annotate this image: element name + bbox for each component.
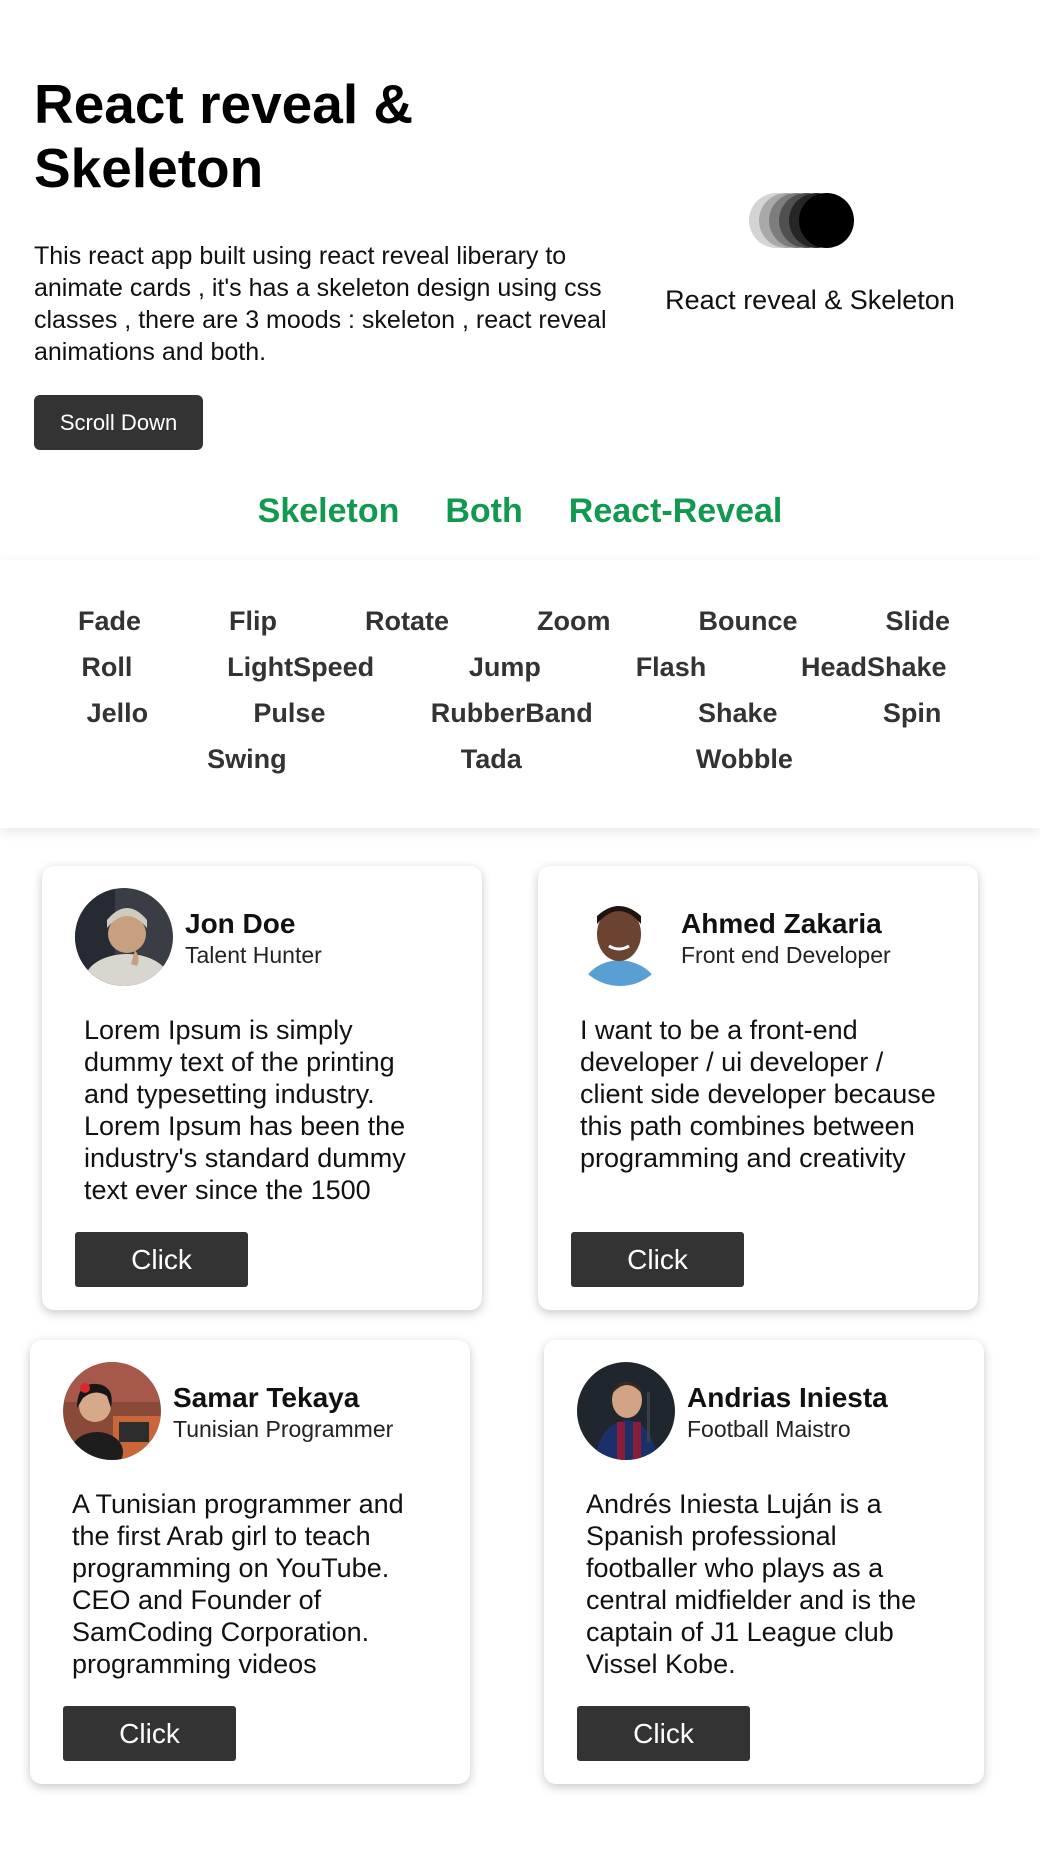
card-name: Andrias Iniesta — [687, 1382, 888, 1413]
card-role: Tunisian Programmer — [173, 1416, 394, 1442]
animation-spin[interactable]: Spin — [883, 698, 942, 729]
card-role: Talent Hunter — [185, 942, 322, 968]
animation-fade[interactable]: Fade — [78, 606, 141, 637]
animation-pulse[interactable]: Pulse — [253, 698, 325, 729]
tab-skeleton[interactable]: Skeleton — [258, 492, 400, 542]
animation-shake[interactable]: Shake — [698, 698, 778, 729]
card-click-button[interactable]: Click — [63, 1706, 236, 1761]
mode-tabs: Skeleton Both React-Reveal — [0, 492, 1040, 542]
animation-flip[interactable]: Flip — [229, 606, 277, 637]
logo-caption: React reveal & Skeleton — [665, 285, 955, 315]
card-text: A Tunisian programmer and the first Arab… — [72, 1489, 404, 1679]
animation-roll[interactable]: Roll — [81, 652, 132, 683]
profile-card: Samar Tekaya Tunisian Programmer A Tunis… — [30, 1340, 470, 1784]
card-role: Football Maistro — [687, 1416, 851, 1442]
animation-zoom[interactable]: Zoom — [537, 606, 611, 637]
card-click-button[interactable]: Click — [577, 1706, 750, 1761]
animations-row: Jello Pulse RubberBand Shake Spin — [34, 698, 994, 729]
animation-lightspeed[interactable]: LightSpeed — [227, 652, 374, 683]
animation-rubberband[interactable]: RubberBand — [431, 698, 593, 729]
tab-react-reveal[interactable]: React-Reveal — [569, 492, 783, 542]
page-title: React reveal & Skeleton — [34, 73, 414, 199]
card-text: Andrés Iniesta Luján is a Spanish profes… — [586, 1489, 917, 1679]
stacked-circles-logo-icon — [745, 190, 865, 250]
animation-tada[interactable]: Tada — [461, 744, 522, 775]
animation-bounce[interactable]: Bounce — [698, 606, 797, 637]
card-role: Front end Developer — [681, 942, 891, 968]
card-name: Ahmed Zakaria — [681, 908, 882, 939]
card-name: Jon Doe — [185, 908, 296, 939]
animations-row: Swing Tada Wobble — [120, 744, 880, 775]
animation-rotate[interactable]: Rotate — [365, 606, 449, 637]
animation-jump[interactable]: Jump — [469, 652, 541, 683]
animation-swing[interactable]: Swing — [207, 744, 287, 775]
avatar — [75, 888, 173, 986]
avatar — [571, 888, 669, 986]
animations-row: Roll LightSpeed Jump Flash HeadShake — [34, 652, 994, 683]
animation-wobble[interactable]: Wobble — [696, 744, 793, 775]
animation-flash[interactable]: Flash — [636, 652, 707, 683]
card-name: Samar Tekaya — [173, 1382, 360, 1413]
animation-jello[interactable]: Jello — [87, 698, 149, 729]
profile-card: Andrias Iniesta Football Maistro Andrés … — [544, 1340, 984, 1784]
animations-panel: Fade Flip Rotate Zoom Bounce Slide Roll … — [0, 560, 1040, 828]
animation-headshake[interactable]: HeadShake — [801, 652, 947, 683]
tab-both[interactable]: Both — [445, 492, 522, 542]
hero-description: This react app built using react reveal … — [34, 242, 607, 366]
card-text: I want to be a front-end developer / ui … — [580, 1015, 936, 1173]
profile-card: Ahmed Zakaria Front end Developer I want… — [538, 866, 978, 1310]
hero-section: React reveal & Skeleton This react app b… — [0, 0, 1040, 480]
avatar — [577, 1362, 675, 1460]
animation-slide[interactable]: Slide — [885, 606, 950, 637]
card-click-button[interactable]: Click — [75, 1232, 248, 1287]
profile-card: Jon Doe Talent Hunter Lorem Ipsum is sim… — [42, 866, 482, 1310]
avatar — [63, 1362, 161, 1460]
card-click-button[interactable]: Click — [571, 1232, 744, 1287]
card-text: Lorem Ipsum is simply dummy text of the … — [84, 1015, 406, 1205]
scroll-down-button[interactable]: Scroll Down — [34, 395, 203, 450]
animations-row: Fade Flip Rotate Zoom Bounce Slide — [34, 606, 994, 637]
